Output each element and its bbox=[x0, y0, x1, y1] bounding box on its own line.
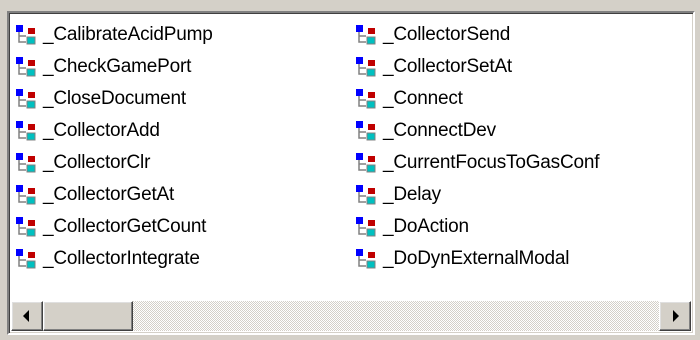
list-item[interactable]: _CollectorSend bbox=[355, 19, 599, 51]
scroll-right-button[interactable] bbox=[659, 301, 691, 331]
function-module-icon bbox=[355, 24, 383, 46]
list-item-label: _CollectorAdd bbox=[43, 120, 160, 141]
function-module-icon bbox=[355, 88, 383, 110]
function-module-icon bbox=[15, 152, 43, 174]
list-item-label: _CurrentFocusToGasConf bbox=[383, 152, 600, 173]
list-item-label: _CollectorIntegrate bbox=[43, 248, 200, 269]
function-module-icon bbox=[15, 88, 43, 110]
list-item-label: _CalibrateAcidPump bbox=[43, 24, 213, 45]
list-item[interactable]: _ConnectDev bbox=[355, 115, 599, 147]
list-item-label: _CollectorGetAt bbox=[43, 184, 175, 205]
list-item-label: _CloseDocument bbox=[43, 88, 186, 109]
function-module-icon bbox=[355, 56, 383, 78]
list-item[interactable]: _DoAction bbox=[355, 211, 599, 243]
list-item[interactable]: _CheckGamePort bbox=[15, 51, 213, 83]
function-module-icon bbox=[15, 120, 43, 142]
scrollbar-thumb[interactable] bbox=[43, 301, 133, 331]
list-item[interactable]: _DoDynExternalModal bbox=[355, 243, 599, 275]
function-module-icon bbox=[15, 24, 43, 46]
arrow-right-icon bbox=[673, 310, 679, 322]
list-item[interactable]: _CollectorGetAt bbox=[15, 179, 213, 211]
function-module-icon bbox=[15, 184, 43, 206]
list-item[interactable]: _CalibrateAcidPump bbox=[15, 19, 213, 51]
list-item-label: _DoAction bbox=[383, 216, 469, 237]
arrow-left-icon bbox=[23, 310, 29, 322]
list-item-label: _CheckGamePort bbox=[43, 56, 192, 77]
list-item[interactable]: _CloseDocument bbox=[15, 83, 213, 115]
list-item[interactable]: _CollectorGetCount bbox=[15, 211, 213, 243]
list-item[interactable]: _Connect bbox=[355, 83, 599, 115]
function-module-icon bbox=[355, 184, 383, 206]
function-module-icon bbox=[355, 152, 383, 174]
function-module-icon bbox=[355, 248, 383, 270]
list-item[interactable]: _CollectorClr bbox=[15, 147, 213, 179]
list-column-1: _CalibrateAcidPump _CheckGamePort _CloseDo… bbox=[15, 19, 213, 275]
list-column-2: _CollectorSend _CollectorSetAt _Connect _Co… bbox=[355, 19, 600, 275]
list-item-label: _CollectorGetCount bbox=[43, 216, 207, 237]
list-item-label: _Delay bbox=[383, 184, 441, 205]
scroll-left-button[interactable] bbox=[11, 301, 43, 331]
list-item-label: _CollectorClr bbox=[43, 152, 151, 173]
horizontal-scrollbar[interactable] bbox=[11, 301, 691, 331]
list-item-label: _Connect bbox=[383, 88, 463, 109]
list-item-label: _CollectorSend bbox=[383, 24, 511, 45]
list-item[interactable]: _CollectorSetAt bbox=[355, 51, 599, 83]
function-list-view[interactable]: _CalibrateAcidPump _CheckGamePort _CloseDo… bbox=[7, 11, 695, 335]
list-item[interactable]: _CurrentFocusToGasConf bbox=[355, 147, 600, 179]
function-module-icon bbox=[355, 216, 383, 238]
list-item[interactable]: _CollectorAdd bbox=[15, 115, 213, 147]
list-item-label: _CollectorSetAt bbox=[383, 56, 513, 77]
function-module-icon bbox=[355, 120, 383, 142]
list-item-label: _DoDynExternalModal bbox=[383, 248, 570, 269]
list-columns: _CalibrateAcidPump _CheckGamePort _CloseDo… bbox=[9, 13, 693, 295]
list-item-label: _ConnectDev bbox=[383, 120, 496, 141]
function-module-icon bbox=[15, 56, 43, 78]
list-item[interactable]: _Delay bbox=[355, 179, 599, 211]
function-module-icon bbox=[15, 248, 43, 270]
list-item[interactable]: _CollectorIntegrate bbox=[15, 243, 213, 275]
function-module-icon bbox=[15, 216, 43, 238]
